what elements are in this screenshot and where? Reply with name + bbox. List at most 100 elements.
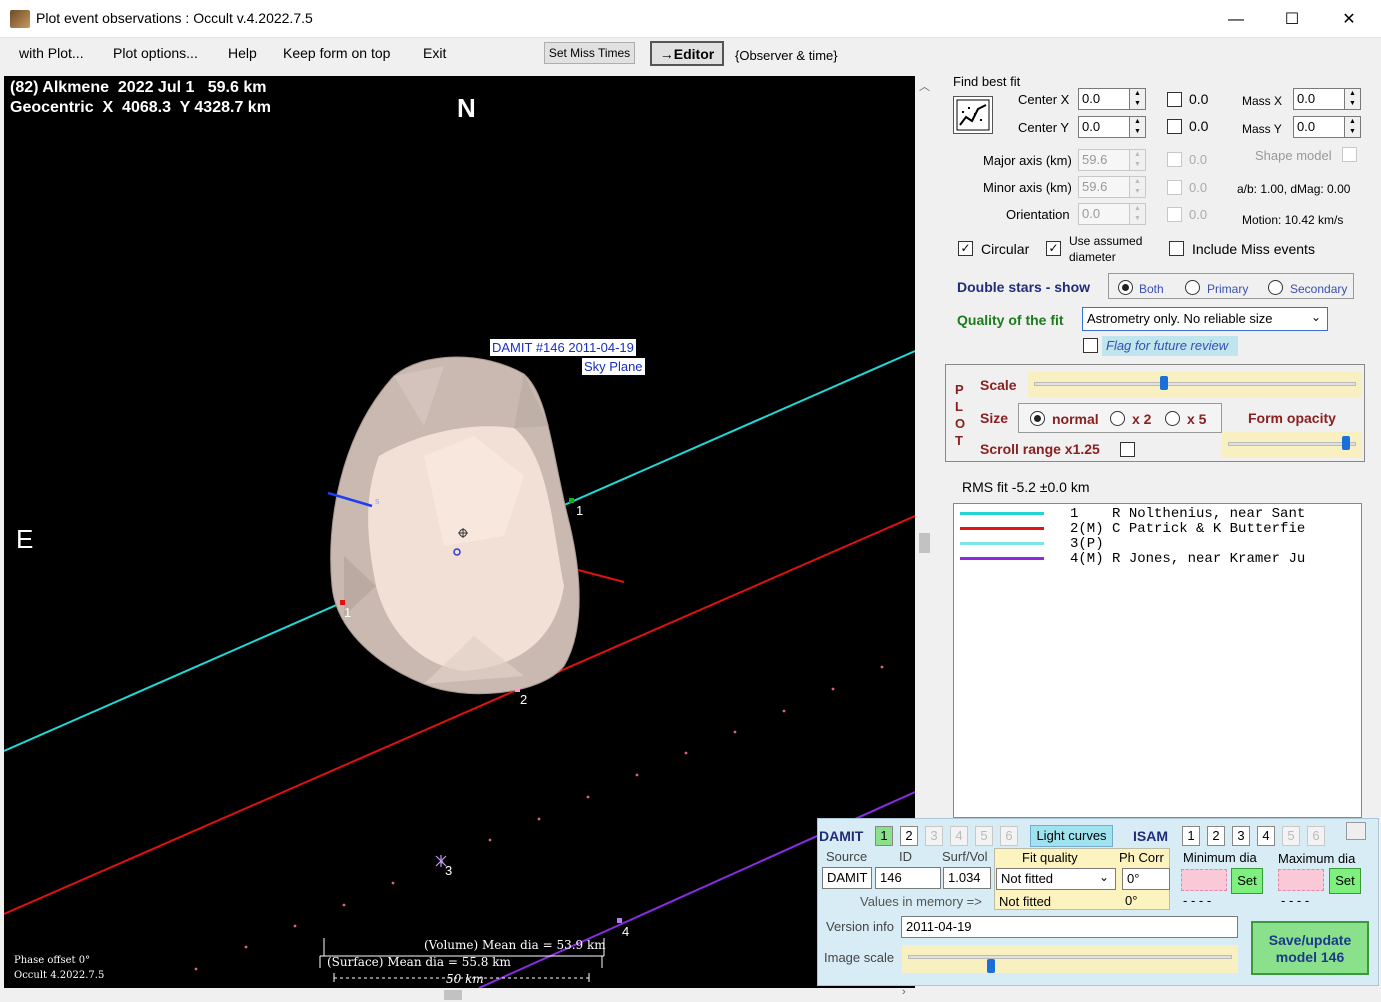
mass-y-spinner[interactable]: ▲ ▼: [1345, 116, 1361, 138]
isam-model-6[interactable]: 6: [1307, 826, 1325, 846]
maximum-dia-field[interactable]: [1278, 869, 1324, 891]
mass-y-input[interactable]: 0.0: [1293, 116, 1345, 138]
primary-radio[interactable]: [1185, 280, 1200, 295]
ph-corr-field[interactable]: 0°: [1122, 868, 1170, 890]
isam-model-3[interactable]: 3: [1232, 826, 1250, 846]
menu-help[interactable]: Help: [228, 45, 257, 61]
legend-row-2[interactable]: 2(M) C Patrick & K Butterfie: [1070, 521, 1305, 537]
fit-quality-value: Not fitted: [1001, 871, 1054, 886]
damit-model-4[interactable]: 4: [950, 826, 968, 846]
center-y-input[interactable]: 0.0: [1078, 116, 1130, 138]
set-miss-times-button[interactable]: Set Miss Times: [544, 42, 635, 64]
primary-label: Primary: [1207, 282, 1249, 296]
quality-of-fit-dropdown[interactable]: Astrometry only. No reliable size ⌄: [1082, 307, 1328, 331]
plot-canvas[interactable]: s (82) Alkmene 2022 Jul 1 59.6 km Geocen…: [4, 76, 915, 988]
major-axis-input[interactable]: 59.6: [1078, 149, 1130, 171]
form-opacity-slider[interactable]: [1222, 432, 1362, 458]
center-x-spinner[interactable]: ▲ ▼: [1130, 88, 1146, 110]
isam-model-4[interactable]: 4: [1257, 826, 1275, 846]
scroll-up-icon[interactable]: ︿: [919, 78, 930, 94]
damit-model-2[interactable]: 2: [900, 826, 918, 846]
both-radio[interactable]: [1118, 280, 1133, 295]
minimum-dia-set-button[interactable]: Set: [1231, 868, 1263, 894]
scroll-right-icon[interactable]: ›: [902, 986, 906, 998]
center-y-spinner[interactable]: ▲ ▼: [1130, 116, 1146, 138]
size-x5-radio[interactable]: [1165, 411, 1180, 426]
use-assumed-checkbox[interactable]: ✓: [1046, 241, 1061, 256]
minimize-button[interactable]: —: [1213, 6, 1259, 34]
editor-button[interactable]: →Editor: [650, 41, 724, 66]
chord-label-1-start: 1: [344, 605, 352, 620]
secondary-radio[interactable]: [1268, 280, 1283, 295]
orientation-spinner[interactable]: ▲ ▼: [1130, 203, 1146, 225]
size-x2-label: x 2: [1132, 411, 1152, 427]
observer-time-button[interactable]: {Observer & time}: [735, 48, 838, 63]
maximum-dia-set-button[interactable]: Set: [1329, 868, 1361, 894]
damit-model-1[interactable]: 1: [875, 826, 893, 846]
scale-bar-label: 50 km: [446, 972, 484, 986]
minor-axis-input[interactable]: 59.6: [1078, 176, 1130, 198]
include-miss-checkbox[interactable]: [1169, 241, 1184, 256]
shape-model-label: Shape model: [1255, 148, 1332, 163]
image-scale-slider[interactable]: [902, 945, 1238, 973]
menu-keep-form-on-top[interactable]: Keep form on top: [283, 45, 390, 61]
isam-model-5[interactable]: 5: [1282, 826, 1300, 846]
image-scale-slider-thumb[interactable]: [987, 959, 995, 973]
isam-label: ISAM: [1133, 828, 1168, 844]
mass-x-spinner[interactable]: ▲ ▼: [1345, 88, 1361, 110]
horizontal-scrollbar[interactable]: ›: [4, 986, 915, 1002]
minimum-dia-field[interactable]: [1181, 869, 1227, 891]
source-field[interactable]: DAMIT: [822, 867, 872, 889]
version-info-field[interactable]: 2011-04-19: [901, 916, 1238, 938]
vertical-scroll-thumb[interactable]: [919, 533, 930, 553]
major-axis-spinner[interactable]: ▲ ▼: [1130, 149, 1146, 171]
menu-plot-options[interactable]: Plot options...: [113, 45, 198, 61]
size-normal-radio[interactable]: [1030, 411, 1045, 426]
scale-slider[interactable]: [1028, 372, 1362, 398]
surf-vol-field[interactable]: 1.034: [943, 867, 991, 889]
light-curves-button[interactable]: Light curves: [1030, 825, 1113, 847]
fit-quality-dropdown[interactable]: Not fitted ⌄: [996, 868, 1116, 890]
title-bar: Plot event observations : Occult v.4.202…: [0, 0, 1381, 38]
damit-model-3[interactable]: 3: [925, 826, 943, 846]
scale-slider-thumb[interactable]: [1159, 376, 1168, 390]
menu-exit[interactable]: Exit: [423, 45, 446, 61]
center-y-label: Center Y: [1018, 120, 1070, 135]
legend-row-4[interactable]: 4(M) R Jones, near Kramer Ju: [1070, 551, 1305, 567]
mass-x-input[interactable]: 0.0: [1293, 88, 1345, 110]
horizontal-scroll-thumb[interactable]: [444, 990, 462, 1000]
shape-model-checkbox[interactable]: [1342, 147, 1357, 162]
size-x2-radio[interactable]: [1110, 411, 1125, 426]
major-axis-checkbox[interactable]: [1167, 152, 1182, 167]
plot-header-line1: (82) Alkmene 2022 Jul 1 59.6 km: [10, 79, 267, 96]
circular-label: Circular: [981, 241, 1030, 257]
motion-label: Motion: 10.42 km/s: [1242, 213, 1344, 227]
damit-model-6[interactable]: 6: [1000, 826, 1018, 846]
legend-row-3[interactable]: 3(P): [1070, 536, 1112, 552]
form-opacity-slider-thumb[interactable]: [1342, 436, 1350, 450]
scroll-range-checkbox[interactable]: [1120, 442, 1135, 457]
center-x-checkbox[interactable]: [1167, 92, 1182, 107]
minor-axis-checkbox[interactable]: [1167, 180, 1182, 195]
circular-checkbox[interactable]: ✓: [958, 241, 973, 256]
damit-model-5[interactable]: 5: [975, 826, 993, 846]
damit-panel-toggle[interactable]: [1346, 822, 1366, 840]
maximize-button[interactable]: ☐: [1269, 6, 1315, 34]
flag-review-checkbox[interactable]: [1083, 338, 1098, 353]
isam-model-2[interactable]: 2: [1207, 826, 1225, 846]
minor-axis-spinner[interactable]: ▲ ▼: [1130, 176, 1146, 198]
menu-with-plot[interactable]: with Plot...: [19, 45, 84, 61]
close-button[interactable]: ✕: [1326, 6, 1372, 34]
memory-max-dia: - - - -: [1281, 893, 1310, 908]
orientation-input[interactable]: 0.0: [1078, 203, 1130, 225]
id-field[interactable]: 146: [875, 867, 941, 889]
center-y-checkbox[interactable]: [1167, 119, 1182, 134]
isam-model-1[interactable]: 1: [1182, 826, 1200, 846]
legend-row-1[interactable]: 1 R Nolthenius, near Sant: [1070, 506, 1305, 522]
save-update-model-button[interactable]: Save/update model 146: [1251, 921, 1369, 975]
minimum-dia-label: Minimum dia: [1183, 850, 1257, 865]
find-best-fit-button[interactable]: [953, 96, 993, 134]
center-x-input[interactable]: 0.0: [1078, 88, 1130, 110]
orientation-checkbox[interactable]: [1167, 207, 1182, 222]
values-in-memory-label: Values in memory =>: [860, 894, 982, 909]
